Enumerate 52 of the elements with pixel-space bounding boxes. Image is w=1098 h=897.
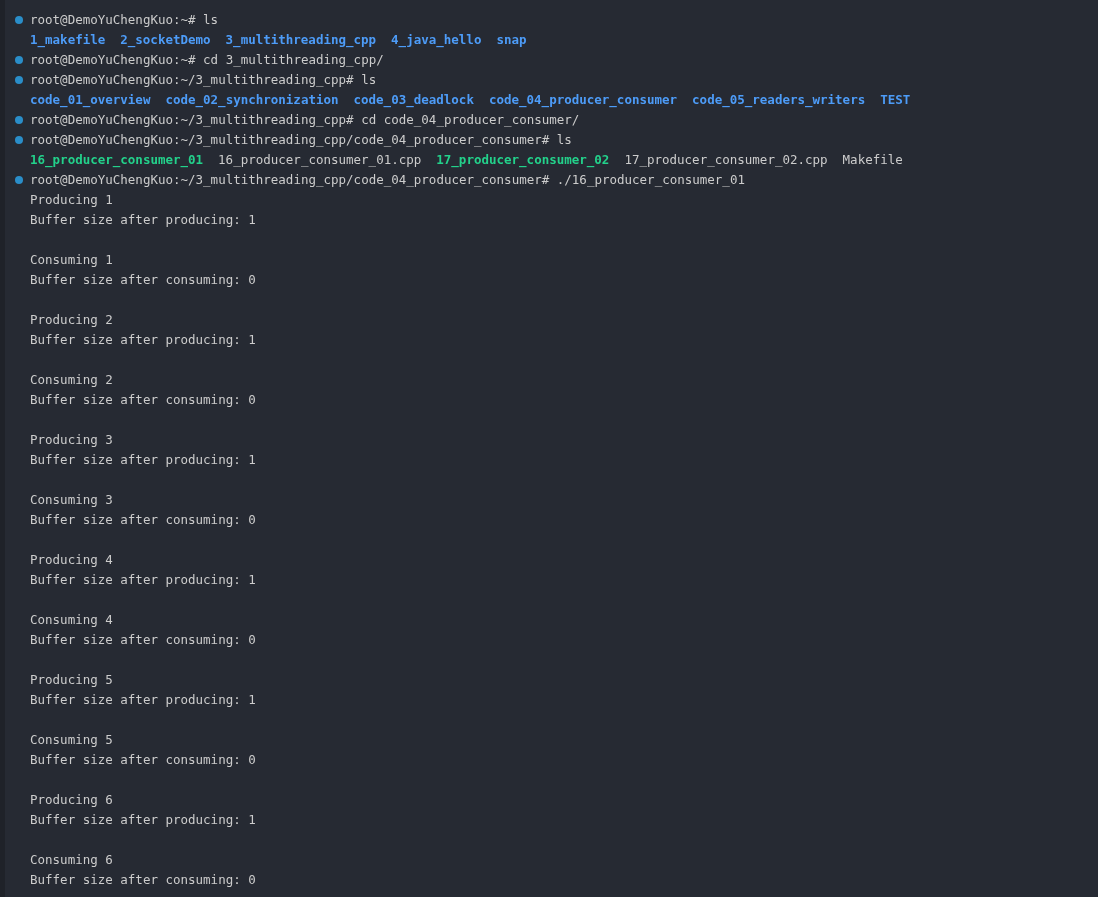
directory-name: code_04_producer_consumer	[488, 91, 678, 110]
output-line: Consuming 1	[30, 251, 113, 269]
directory-name: code_01_overview	[30, 91, 151, 110]
command-line: root@DemoYuChengKuo:~# ls	[30, 11, 219, 29]
output-line: Buffer size after producing: 1	[30, 811, 256, 829]
directory-name: code_05_readers_writers	[692, 91, 866, 110]
executable-name: 17_producer_consumer_02	[436, 151, 610, 170]
command-status-dot	[15, 176, 23, 184]
output-line: Buffer size after consuming: 0	[30, 871, 256, 889]
directory-name: 4_java_hello	[391, 31, 482, 50]
command-status-dot	[15, 76, 23, 84]
output-line: Buffer size after producing: 1	[30, 571, 256, 589]
command-status-dot	[15, 116, 23, 124]
output-line: Buffer size after consuming: 0	[30, 511, 256, 529]
output-line: Consuming 2	[30, 371, 113, 389]
output-line: Buffer size after consuming: 0	[30, 391, 256, 409]
directory-name: 3_multithreading_cpp	[225, 31, 377, 50]
command-line: root@DemoYuChengKuo:~/3_multithreading_cpp# ls	[30, 71, 377, 89]
output-line: Consuming 3	[30, 491, 113, 509]
command-status-dot	[15, 136, 23, 144]
output-line: Buffer size after consuming: 0	[30, 271, 256, 289]
file-name: Makefile	[842, 151, 903, 169]
output-line: Producing 3	[30, 431, 113, 449]
output-line: Buffer size after consuming: 0	[30, 751, 256, 769]
output-line: Consuming 4	[30, 611, 113, 629]
directory-name: TEST	[880, 91, 911, 109]
command-line: root@DemoYuChengKuo:~/3_multithreading_cpp/code_04_producer_consumer# ls	[30, 131, 572, 149]
directory-name: code_03_deadlock	[353, 91, 474, 110]
output-line: Producing 6	[30, 791, 113, 809]
output-line: Buffer size after producing: 1	[30, 211, 256, 229]
output-line: Producing 2	[30, 311, 113, 329]
output-line: Buffer size after producing: 1	[30, 691, 256, 709]
directory-name: snap	[496, 31, 527, 49]
output-line: Buffer size after consuming: 0	[30, 631, 256, 649]
directory-name: code_02_synchronization	[165, 91, 339, 110]
output-line: Producing 5	[30, 671, 113, 689]
directory-name: 1_makefile	[30, 31, 106, 50]
command-line: root@DemoYuChengKuo:~/3_multithreading_cpp/code_04_producer_consumer# ./16_producer_consumer_01	[30, 171, 745, 189]
command-line: root@DemoYuChengKuo:~/3_multithreading_cpp# cd code_04_producer_consumer/	[30, 111, 580, 129]
output-line: Buffer size after producing: 1	[30, 451, 256, 469]
directory-name: 2_socketDemo	[120, 31, 211, 50]
output-line: Producing 1	[30, 191, 113, 209]
executable-name: 16_producer_consumer_01	[30, 151, 204, 170]
output-line: Consuming 5	[30, 731, 113, 749]
output-line: Buffer size after producing: 1	[30, 331, 256, 349]
file-name: 16_producer_consumer_01.cpp	[218, 151, 422, 169]
file-name: 17_producer_consumer_02.cpp	[624, 151, 828, 169]
output-line: Consuming 6	[30, 851, 113, 869]
command-status-dot	[15, 56, 23, 64]
command-line: root@DemoYuChengKuo:~# cd 3_multithreading_cpp/	[30, 51, 384, 69]
output-line: Producing 4	[30, 551, 113, 569]
command-status-dot	[15, 16, 23, 24]
